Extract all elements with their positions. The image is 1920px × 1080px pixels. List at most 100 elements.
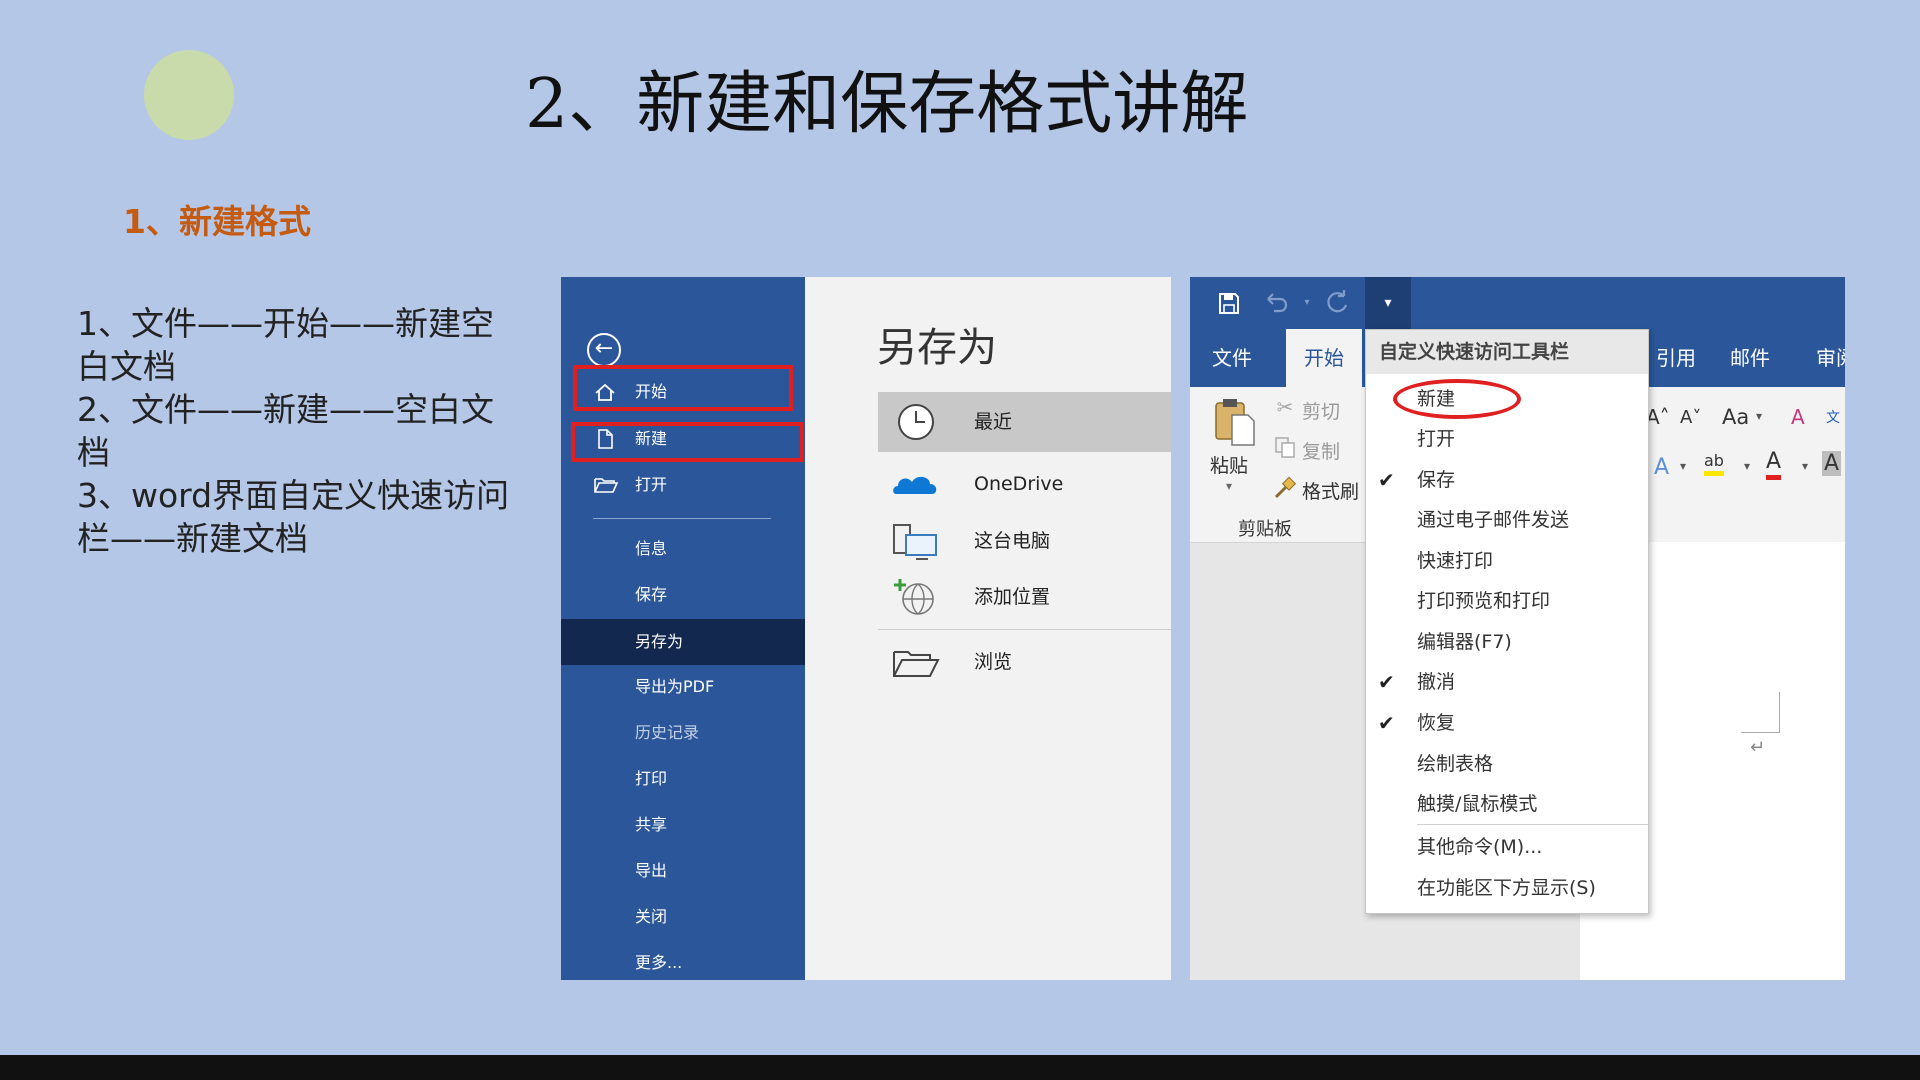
menu-item-label: 打开 [1417,428,1456,450]
nav-item-label: 打开 [635,475,668,494]
menu-item[interactable]: 编辑器(F7) [1366,622,1648,662]
format-painter-button[interactable]: 格式刷 [1302,477,1359,504]
highlight-box [573,365,793,411]
tab-file[interactable]: 文件 [1194,329,1270,387]
checkmark-icon: ✔ [1378,711,1395,735]
backstage-nav: ← 开始 新建 打开 信息 保存 另存为 导出为PDF 历史记录 打印 共享 导… [561,277,805,980]
nav-item-open[interactable]: 打开 [561,465,805,505]
cloud-icon [890,462,942,506]
nav-item-export[interactable]: 导出 [561,851,805,891]
menu-item-label: 新建 [1417,388,1456,410]
highlight-dropdown-icon[interactable]: ▾ [1744,459,1750,473]
open-folder-icon [593,465,619,520]
copy-button[interactable]: 复制 [1302,437,1340,464]
menu-item[interactable]: ✔ 保存 [1366,460,1648,500]
tab-references[interactable]: 引用 [1638,329,1714,387]
save-as-title: 另存为 [877,325,997,371]
tab-mailings[interactable]: 邮件 [1712,329,1788,387]
menu-divider [1417,824,1648,825]
nav-item-save[interactable]: 保存 [561,575,805,615]
text-effects-dropdown-icon[interactable]: ▾ [1680,459,1686,473]
tab-review[interactable]: 审阅 [1798,329,1845,387]
menu-item[interactable]: ✔ 恢复 [1366,703,1648,743]
location-recent[interactable]: 最近 [878,392,1171,452]
location-onedrive[interactable]: OneDrive [878,454,1171,514]
menu-item[interactable]: 新建 [1366,379,1648,419]
paste-label[interactable]: 粘贴 [1210,451,1248,478]
menu-item[interactable]: 打印预览和打印 [1366,581,1648,621]
customize-quick-access-menu: 自定义快速访问工具栏 新建 打开 ✔ 保存 通过电子邮件发送 快速打印 打印预览和打印 编辑器… [1365,329,1649,914]
menu-item-label: 快速打印 [1417,550,1494,572]
nav-item-save-as[interactable]: 另存为 [561,619,805,665]
menu-item-label: 保存 [1417,469,1456,491]
menu-item[interactable]: 在功能区下方显示(S) [1366,868,1648,908]
menu-item[interactable]: 通过电子邮件发送 [1366,500,1648,540]
location-add-place[interactable]: 添加位置 [878,567,1171,627]
menu-item-label: 其他命令(M)... [1417,836,1543,858]
location-this-pc[interactable]: 这台电脑 [878,511,1171,571]
backstage-screenshot: ← 开始 新建 打开 信息 保存 另存为 导出为PDF 历史记录 打印 共享 导… [561,277,1171,980]
menu-title: 自定义快速访问工具栏 [1366,330,1648,374]
dropdown-icon: ▾ [1384,295,1392,311]
menu-item[interactable]: 其他命令(M)... [1366,827,1648,867]
format-painter-icon [1272,475,1298,506]
change-case-dropdown-icon[interactable]: ▾ [1756,409,1762,423]
undo-icon[interactable] [1262,287,1292,319]
redo-icon[interactable] [1322,287,1352,319]
nav-item-label: 保存 [635,585,668,604]
menu-item[interactable]: 快速打印 [1366,541,1648,581]
location-browse[interactable]: 浏览 [878,632,1171,692]
menu-item-label: 通过电子邮件发送 [1417,509,1570,531]
menu-item[interactable]: 绘制表格 [1366,744,1648,784]
nav-item-label: 历史记录 [635,723,700,742]
paste-icon[interactable] [1210,397,1258,447]
location-label: OneDrive [974,473,1064,495]
change-case-button[interactable]: Aa [1722,405,1749,429]
menu-item[interactable]: ✔ 撤消 [1366,662,1648,702]
step-item: 1、文件——开始——新建空白文档 [77,304,494,386]
word-screenshot: ▾ ▾ 文件 开始 引用 邮件 审阅 粘贴 ▾ ✂ 剪切 复制 格式刷 剪贴板 … [1190,277,1845,980]
font-color-dropdown-icon[interactable]: ▾ [1802,459,1808,473]
highlight-button[interactable]: ab [1704,451,1724,476]
slide-title: 2、新建和保存格式讲解 [525,65,1249,144]
font-color-button[interactable]: A [1766,449,1782,480]
folder-icon [890,640,942,684]
nav-item-label: 更多... [635,953,683,972]
save-icon[interactable] [1214,287,1244,319]
nav-item-print[interactable]: 打印 [561,759,805,799]
page-margin-corner [1741,692,1780,733]
save-as-panel: 另存为 最近 OneDrive 这台电脑 添加位置 浏览 [805,277,1171,980]
steps-list: 1、文件——开始——新建空白文档 2、文件——新建——空白文档 3、word界面… [77,302,517,560]
nav-item-info[interactable]: 信息 [561,529,805,569]
menu-item[interactable]: 触摸/鼠标模式 [1366,784,1648,824]
step-item: 3、word界面自定义快速访问栏——新建文档 [77,476,510,558]
menu-item[interactable]: 打开 [1366,419,1648,459]
undo-dropdown-icon[interactable]: ▾ [1292,287,1322,319]
location-label: 浏览 [974,651,1013,673]
scissors-icon: ✂ [1276,395,1294,419]
nav-item-label: 另存为 [635,632,684,651]
character-shading-button[interactable]: A [1822,451,1842,476]
grow-font-button[interactable]: A˄ [1646,405,1670,429]
location-label: 最近 [974,411,1013,433]
highlight-box [571,422,804,462]
nav-item-label: 关闭 [635,907,668,926]
nav-item-export-pdf[interactable]: 导出为PDF [561,667,805,707]
back-arrow-icon[interactable]: ← [587,333,621,367]
cut-button[interactable]: 剪切 [1302,397,1340,424]
step-item: 2、文件——新建——空白文档 [77,390,494,472]
paste-dropdown-icon[interactable]: ▾ [1226,479,1232,493]
checkmark-icon: ✔ [1378,670,1395,694]
clear-format-button[interactable]: A [1791,405,1805,429]
customize-toolbar-button[interactable]: ▾ [1365,277,1411,329]
menu-item-label: 撤消 [1417,671,1456,693]
nav-item-close[interactable]: 关闭 [561,897,805,937]
text-effects-button[interactable]: A [1654,455,1669,480]
nav-item-more[interactable]: 更多... [561,943,805,980]
nav-item-share[interactable]: 共享 [561,805,805,845]
tab-home[interactable]: 开始 [1286,329,1362,387]
nav-divider [593,518,771,519]
shrink-font-button[interactable]: A˅ [1680,407,1701,428]
phonetic-guide-button[interactable]: 文 [1826,407,1840,427]
add-location-icon [890,575,942,619]
